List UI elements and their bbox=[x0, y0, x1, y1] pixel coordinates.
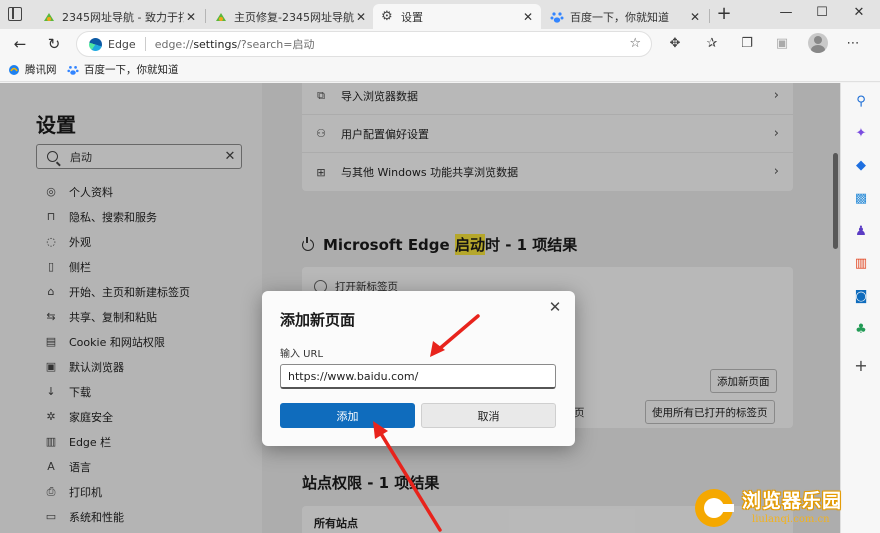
favorite-label: 百度一下，你就知道 bbox=[84, 64, 179, 76]
favorite-star-icon[interactable]: ☆ bbox=[629, 36, 641, 51]
url-field-label: 输入 URL bbox=[280, 349, 324, 360]
tab-close-icon[interactable]: ✕ bbox=[354, 10, 368, 24]
tab-baidu[interactable]: 百度一下，你就知道 ✕ bbox=[542, 4, 708, 29]
url-input[interactable] bbox=[280, 364, 556, 389]
tab-title: 设置 bbox=[401, 10, 423, 24]
tab-actions-icon[interactable] bbox=[8, 7, 22, 21]
copilot-icon[interactable]: ✦ bbox=[852, 125, 870, 143]
profile-avatar[interactable] bbox=[808, 33, 828, 53]
navigation-toolbar: ← ↻ Edge edge://settings/?search=启动 ☆ ✥ … bbox=[0, 29, 880, 58]
tab-close-icon[interactable]: ✕ bbox=[521, 10, 535, 24]
collections-icon[interactable]: ❐ bbox=[738, 35, 756, 53]
gear-icon: ⚙ bbox=[381, 8, 393, 24]
screenshot-icon[interactable]: ▣ bbox=[773, 35, 791, 53]
back-arrow-icon[interactable]: ← bbox=[8, 32, 32, 56]
maximize-button[interactable]: ☐ bbox=[805, 2, 839, 24]
2345-favicon-icon bbox=[44, 12, 54, 21]
tab-strip: 2345网址导航 - 致力于打造 ✕ 主页修复-2345网址导航 ✕ ⚙ 设置 … bbox=[0, 0, 880, 29]
refresh-icon[interactable]: ↻ bbox=[42, 32, 66, 56]
add-icon[interactable]: + bbox=[852, 357, 870, 375]
games-icon[interactable]: ♟ bbox=[852, 223, 870, 241]
outlook-icon[interactable]: ◙ bbox=[852, 288, 870, 306]
favorite-tencent[interactable]: 腾讯网 bbox=[8, 62, 57, 77]
edge-chip: Edge bbox=[89, 37, 136, 51]
search-icon[interactable]: ⚲ bbox=[852, 93, 870, 111]
tab-settings[interactable]: ⚙ 设置 ✕ bbox=[373, 4, 541, 29]
favorites-icon[interactable]: ✰ bbox=[703, 35, 721, 53]
tree-icon[interactable]: ♣ bbox=[852, 321, 870, 339]
favorite-label: 腾讯网 bbox=[25, 64, 57, 76]
office-icon[interactable]: ▥ bbox=[852, 255, 870, 273]
tencent-logo-icon bbox=[9, 64, 19, 75]
minimize-button[interactable]: — bbox=[769, 2, 803, 24]
baidu-paw-icon bbox=[550, 11, 564, 23]
more-menu-icon[interactable]: ⋯ bbox=[844, 35, 862, 53]
tools-icon[interactable]: ▩ bbox=[852, 190, 870, 208]
close-icon[interactable]: ✕ bbox=[545, 297, 565, 317]
shopping-tag-icon[interactable]: ◆ bbox=[852, 157, 870, 175]
watermark-subtitle: liulanqi.com.cn bbox=[752, 514, 830, 525]
tab-title: 百度一下，你就知道 bbox=[570, 10, 669, 24]
cancel-button[interactable]: 取消 bbox=[421, 403, 556, 428]
url-path: /?search=启动 bbox=[237, 38, 315, 51]
new-tab-plus-icon[interactable]: + bbox=[715, 4, 733, 24]
2345-favicon-icon bbox=[216, 12, 226, 21]
url-host: settings bbox=[193, 37, 238, 51]
url-scheme: edge:// bbox=[154, 37, 194, 51]
extensions-puzzle-icon[interactable]: ✥ bbox=[666, 35, 684, 53]
dialog-title: 添加新页面 bbox=[280, 311, 356, 329]
favorite-baidu[interactable]: 百度一下，你就知道 bbox=[67, 62, 179, 77]
add-button[interactable]: 添加 bbox=[280, 403, 415, 428]
baidu-paw-icon bbox=[67, 65, 79, 75]
add-new-page-dialog: 添加新页面 ✕ 输入 URL 添加 取消 bbox=[262, 291, 575, 446]
tab-close-icon[interactable]: ✕ bbox=[184, 10, 198, 24]
watermark-title: 浏览器乐园 bbox=[742, 490, 843, 512]
edge-logo-icon bbox=[89, 37, 102, 51]
tab-title: 2345网址导航 - 致力于打造 bbox=[62, 10, 184, 24]
favorites-bar: 腾讯网 百度一下，你就知道 bbox=[0, 58, 880, 82]
tab-title: 主页修复-2345网址导航 bbox=[234, 10, 354, 24]
close-window-button[interactable]: ✕ bbox=[842, 2, 876, 24]
watermark: 浏览器乐园 liulanqi.com.cn bbox=[692, 484, 880, 533]
tab-divider bbox=[709, 9, 710, 23]
address-divider bbox=[144, 37, 146, 51]
tab-close-icon[interactable]: ✕ bbox=[688, 10, 702, 24]
watermark-logo-icon bbox=[695, 489, 734, 527]
edge-sidebar: ⚲ ✦ ◆ ▩ ♟ ▥ ◙ ♣ + bbox=[840, 83, 880, 533]
edge-chip-label: Edge bbox=[108, 37, 136, 51]
address-bar[interactable]: Edge edge://settings/?search=启动 ☆ bbox=[76, 31, 652, 57]
tab-homepage-fix[interactable]: 主页修复-2345网址导航 ✕ bbox=[206, 4, 374, 29]
tab-2345-nav[interactable]: 2345网址导航 - 致力于打造 ✕ bbox=[34, 4, 204, 29]
